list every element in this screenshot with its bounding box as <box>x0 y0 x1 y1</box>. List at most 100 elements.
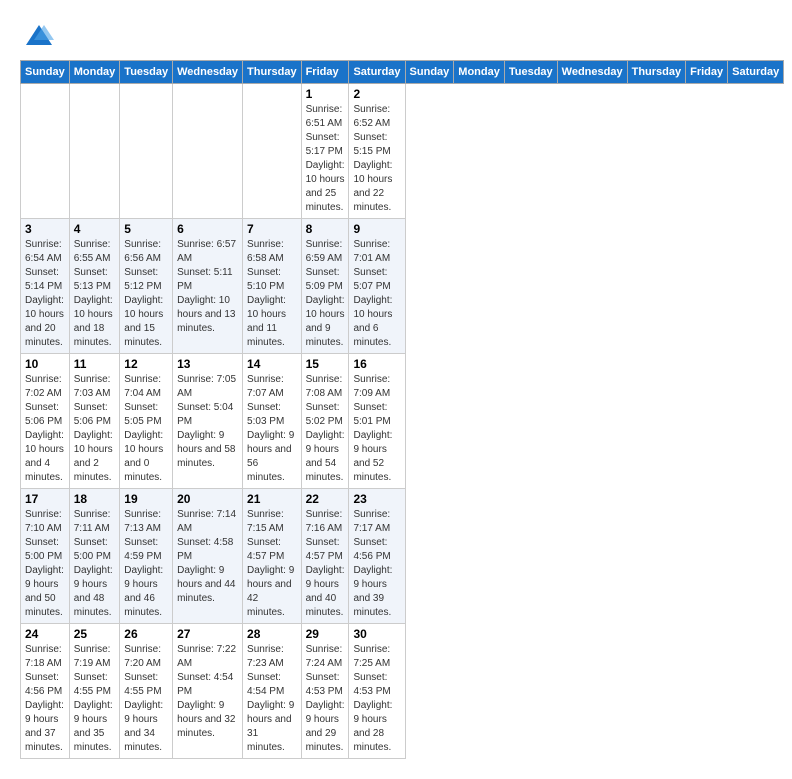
calendar-cell <box>69 84 120 219</box>
page-header <box>20 20 772 50</box>
calendar-week-row: 24Sunrise: 7:18 AMSunset: 4:56 PMDayligh… <box>21 624 784 759</box>
day-number: 4 <box>74 222 116 236</box>
calendar-cell: 16 Sunrise: 7:09 AMSunset: 5:01 PMDayligh… <box>349 354 405 489</box>
day-info: Sunrise: 6:54 AMSunset: 5:14 PMDaylight:… <box>25 238 65 350</box>
header-monday: Monday <box>69 61 120 84</box>
calendar-week-row: 10 Sunrise: 7:02 AMSunset: 5:06 PMDayligh… <box>21 354 784 489</box>
day-number: 1 <box>306 87 345 101</box>
day-number: 17 <box>25 492 65 506</box>
calendar-cell: 18Sunrise: 7:11 AMSunset: 5:00 PMDayligh… <box>69 489 120 624</box>
day-info: Sunrise: 7:05 AMSunset: 5:04 PMDaylight:… <box>177 373 238 471</box>
calendar-cell: 6 Sunrise: 6:57 AMSunset: 5:11 PMDaylight… <box>173 219 243 354</box>
day-info: Sunrise: 7:17 AMSunset: 4:56 PMDaylight:… <box>353 508 400 620</box>
header-thursday: Thursday <box>627 61 686 84</box>
day-info: Sunrise: 6:57 AMSunset: 5:11 PMDaylight:… <box>177 238 238 336</box>
day-info: Sunrise: 6:56 AMSunset: 5:12 PMDaylight:… <box>124 238 168 350</box>
header-thursday: Thursday <box>243 61 302 84</box>
calendar-cell: 17 Sunrise: 7:10 AMSunset: 5:00 PMDayligh… <box>21 489 70 624</box>
header-saturday: Saturday <box>728 61 784 84</box>
day-number: 20 <box>177 492 238 506</box>
day-number: 13 <box>177 357 238 371</box>
header-saturday: Saturday <box>349 61 405 84</box>
header-wednesday: Wednesday <box>173 61 243 84</box>
calendar-cell: 12 Sunrise: 7:04 AMSunset: 5:05 PMDayligh… <box>120 354 173 489</box>
header-tuesday: Tuesday <box>504 61 557 84</box>
header-monday: Monday <box>454 61 505 84</box>
day-number: 2 <box>353 87 400 101</box>
calendar-cell: 22 Sunrise: 7:16 AMSunset: 4:57 PMDayligh… <box>301 489 349 624</box>
day-info: Sunrise: 7:08 AMSunset: 5:02 PMDaylight:… <box>306 373 345 485</box>
day-info: Sunrise: 7:11 AMSunset: 5:00 PMDaylight:… <box>74 508 116 620</box>
calendar-cell: 3 Sunrise: 6:54 AMSunset: 5:14 PMDaylight… <box>21 219 70 354</box>
calendar-cell: 8Sunrise: 6:59 AMSunset: 5:09 PMDaylight… <box>301 219 349 354</box>
calendar-cell: 23 Sunrise: 7:17 AMSunset: 4:56 PMDayligh… <box>349 489 405 624</box>
calendar-cell: 13 Sunrise: 7:05 AMSunset: 5:04 PMDayligh… <box>173 354 243 489</box>
header-tuesday: Tuesday <box>120 61 173 84</box>
day-number: 23 <box>353 492 400 506</box>
calendar-cell: 4 Sunrise: 6:55 AMSunset: 5:13 PMDaylight… <box>69 219 120 354</box>
day-info: Sunrise: 7:16 AMSunset: 4:57 PMDaylight:… <box>306 508 345 620</box>
calendar-cell: 25 Sunrise: 7:19 AMSunset: 4:55 PMDayligh… <box>69 624 120 759</box>
calendar-cell: 28 Sunrise: 7:23 AMSunset: 4:54 PMDayligh… <box>243 624 302 759</box>
day-info: Sunrise: 7:19 AMSunset: 4:55 PMDaylight:… <box>74 643 116 755</box>
day-number: 9 <box>353 222 400 236</box>
calendar-table: SundayMondayTuesdayWednesdayThursdayFrid… <box>20 60 784 759</box>
day-info: Sunrise: 6:59 AMSunset: 5:09 PMDaylight:… <box>306 238 345 350</box>
calendar-week-row: 17 Sunrise: 7:10 AMSunset: 5:00 PMDayligh… <box>21 489 784 624</box>
day-number: 12 <box>124 357 168 371</box>
day-number: 19 <box>124 492 168 506</box>
calendar-cell: 1Sunrise: 6:51 AMSunset: 5:17 PMDaylight… <box>301 84 349 219</box>
day-number: 7 <box>247 222 297 236</box>
day-info: Sunrise: 7:01 AMSunset: 5:07 PMDaylight:… <box>353 238 400 350</box>
day-info: Sunrise: 7:23 AMSunset: 4:54 PMDaylight:… <box>247 643 297 755</box>
calendar-cell: 27 Sunrise: 7:22 AMSunset: 4:54 PMDayligh… <box>173 624 243 759</box>
calendar-cell: 10 Sunrise: 7:02 AMSunset: 5:06 PMDayligh… <box>21 354 70 489</box>
day-info: Sunrise: 7:07 AMSunset: 5:03 PMDaylight:… <box>247 373 297 485</box>
day-info: Sunrise: 7:04 AMSunset: 5:05 PMDaylight:… <box>124 373 168 485</box>
day-number: 22 <box>306 492 345 506</box>
calendar-week-row: 3 Sunrise: 6:54 AMSunset: 5:14 PMDaylight… <box>21 219 784 354</box>
header-friday: Friday <box>686 61 728 84</box>
day-number: 5 <box>124 222 168 236</box>
day-info: Sunrise: 6:55 AMSunset: 5:13 PMDaylight:… <box>74 238 116 350</box>
day-info: Sunrise: 7:09 AMSunset: 5:01 PMDaylight:… <box>353 373 400 485</box>
header-sunday: Sunday <box>21 61 70 84</box>
header-wednesday: Wednesday <box>557 61 627 84</box>
header-friday: Friday <box>301 61 349 84</box>
day-number: 26 <box>124 627 168 641</box>
calendar-cell <box>120 84 173 219</box>
day-info: Sunrise: 7:15 AMSunset: 4:57 PMDaylight:… <box>247 508 297 620</box>
day-info: Sunrise: 7:02 AMSunset: 5:06 PMDaylight:… <box>25 373 65 485</box>
day-info: Sunrise: 7:22 AMSunset: 4:54 PMDaylight:… <box>177 643 238 741</box>
day-info: Sunrise: 7:10 AMSunset: 5:00 PMDaylight:… <box>25 508 65 620</box>
day-number: 30 <box>353 627 400 641</box>
day-number: 25 <box>74 627 116 641</box>
day-info: Sunrise: 7:14 AMSunset: 4:58 PMDaylight:… <box>177 508 238 606</box>
day-number: 29 <box>306 627 345 641</box>
day-number: 27 <box>177 627 238 641</box>
day-number: 15 <box>306 357 345 371</box>
calendar-cell <box>21 84 70 219</box>
day-number: 3 <box>25 222 65 236</box>
day-info: Sunrise: 7:20 AMSunset: 4:55 PMDaylight:… <box>124 643 168 755</box>
calendar-cell: 30 Sunrise: 7:25 AMSunset: 4:53 PMDayligh… <box>349 624 405 759</box>
calendar-cell: 24Sunrise: 7:18 AMSunset: 4:56 PMDayligh… <box>21 624 70 759</box>
day-number: 11 <box>74 357 116 371</box>
day-number: 28 <box>247 627 297 641</box>
calendar-cell: 11Sunrise: 7:03 AMSunset: 5:06 PMDayligh… <box>69 354 120 489</box>
day-info: Sunrise: 7:13 AMSunset: 4:59 PMDaylight:… <box>124 508 168 620</box>
calendar-cell <box>243 84 302 219</box>
calendar-cell: 26 Sunrise: 7:20 AMSunset: 4:55 PMDayligh… <box>120 624 173 759</box>
day-info: Sunrise: 6:52 AMSunset: 5:15 PMDaylight:… <box>353 103 400 215</box>
logo <box>20 20 54 50</box>
day-info: Sunrise: 7:24 AMSunset: 4:53 PMDaylight:… <box>306 643 345 755</box>
day-number: 16 <box>353 357 400 371</box>
calendar-cell: 15 Sunrise: 7:08 AMSunset: 5:02 PMDayligh… <box>301 354 349 489</box>
day-info: Sunrise: 7:25 AMSunset: 4:53 PMDaylight:… <box>353 643 400 755</box>
calendar-header-row: SundayMondayTuesdayWednesdayThursdayFrid… <box>21 61 784 84</box>
day-number: 6 <box>177 222 238 236</box>
calendar-cell: 20 Sunrise: 7:14 AMSunset: 4:58 PMDayligh… <box>173 489 243 624</box>
day-number: 24 <box>25 627 65 641</box>
day-number: 10 <box>25 357 65 371</box>
day-info: Sunrise: 6:58 AMSunset: 5:10 PMDaylight:… <box>247 238 297 350</box>
